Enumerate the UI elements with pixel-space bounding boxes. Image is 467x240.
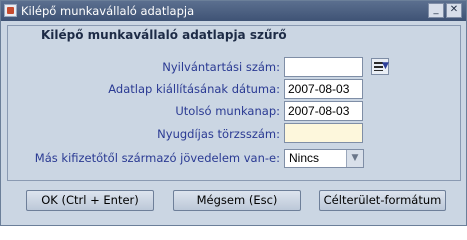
dialog-window: Kilépő munkavállaló adatlapja _ ✕ Kilépő… xyxy=(0,0,467,226)
nyilvantartasi-szam-input[interactable] xyxy=(284,57,363,77)
utolso-munkanap-input[interactable]: 2007-08-03 xyxy=(284,101,363,121)
section-title: Kilépő munkavállaló adatlapja szűrő xyxy=(41,28,287,42)
label-nyilvantartasi-szam: Nyilvántartási szám: xyxy=(162,60,280,74)
minimize-button[interactable]: _ xyxy=(428,3,444,18)
cancel-button[interactable]: Mégsem (Esc) xyxy=(173,190,301,211)
close-button[interactable]: ✕ xyxy=(446,3,462,18)
window-title: Kilépő munkavállaló adatlapja xyxy=(21,4,195,18)
chevron-down-icon[interactable]: ▼ xyxy=(346,150,363,167)
list-of-values-button[interactable]: ▼ xyxy=(371,58,389,75)
adatlap-datuma-input[interactable]: 2007-08-03 xyxy=(284,79,363,99)
mas-kifizeto-select[interactable]: Nincs ▼ xyxy=(284,149,364,168)
app-icon xyxy=(4,4,17,17)
nyugdijas-torzsszam-input[interactable] xyxy=(284,123,363,143)
label-adatlap-datuma: Adatlap kiállításának dátuma: xyxy=(108,82,280,96)
select-value: Nincs xyxy=(289,151,320,165)
arrow-down-icon: ▼ xyxy=(382,61,389,71)
label-utolso-munkanap: Utolsó munkanap: xyxy=(175,104,280,118)
label-mas-kifizeto: Más kifizetőtől származó jövedelem van-e… xyxy=(34,151,280,165)
title-bar[interactable]: Kilépő munkavállaló adatlapja _ ✕ xyxy=(1,1,466,21)
ok-button[interactable]: OK (Ctrl + Enter) xyxy=(26,190,154,211)
label-nyugdijas-torzsszam: Nyugdíjas törzsszám: xyxy=(157,127,280,141)
target-format-button[interactable]: Célterület-formátum xyxy=(319,190,446,211)
